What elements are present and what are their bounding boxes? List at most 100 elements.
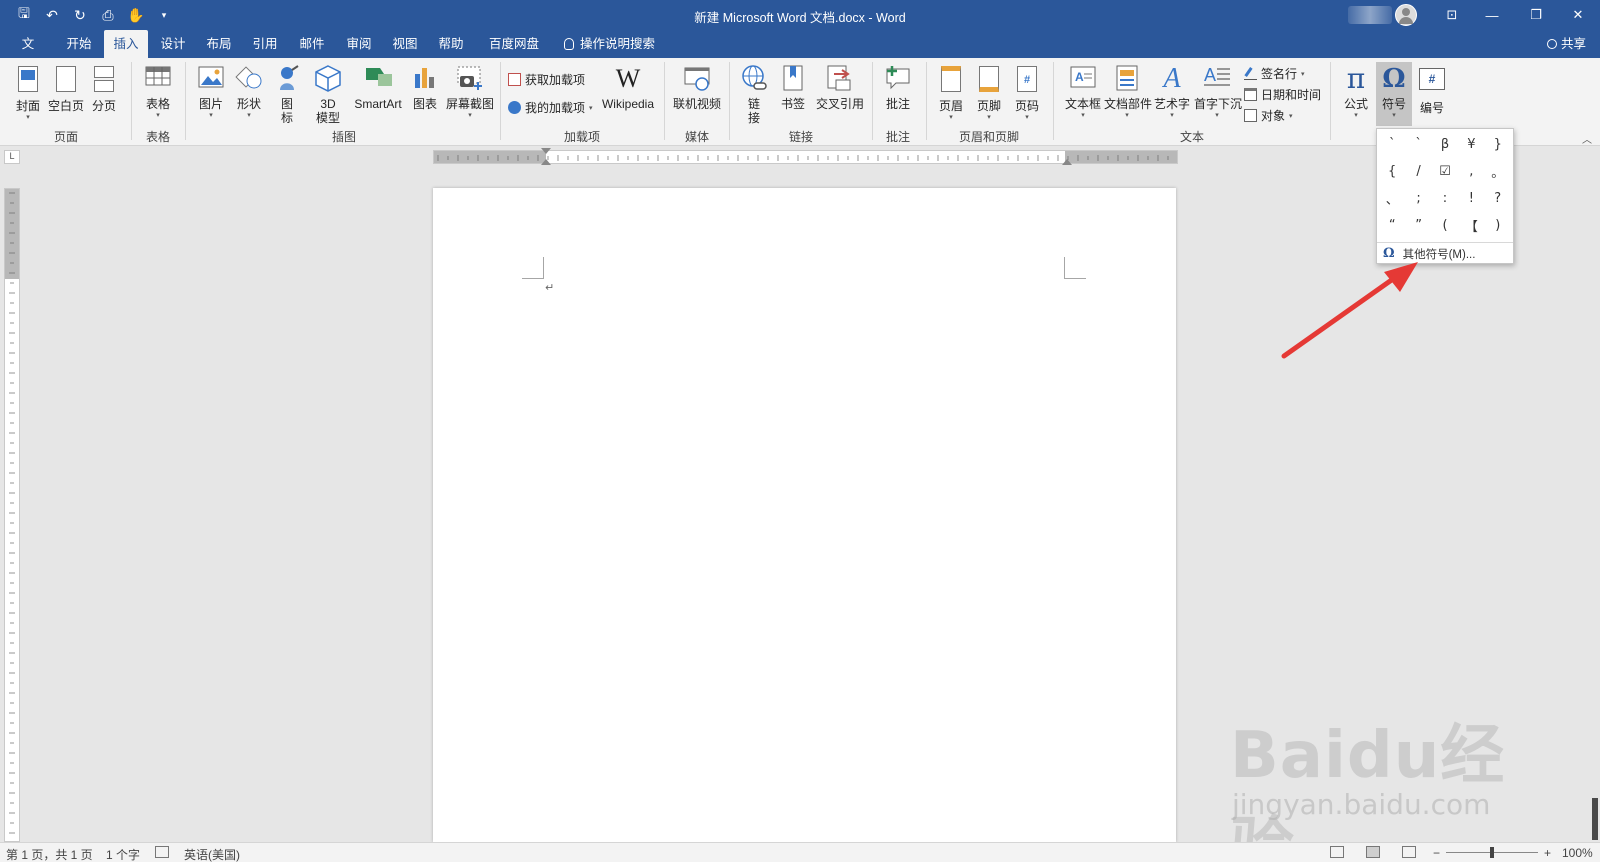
- header-label: 页眉: [938, 99, 963, 113]
- tab-help[interactable]: 帮助: [432, 30, 470, 58]
- watermark-brand: Baidu经验: [1230, 719, 1506, 862]
- indent-marker[interactable]: [541, 148, 551, 154]
- print-layout-icon[interactable]: [1366, 846, 1380, 858]
- shapes-icon: [235, 64, 263, 94]
- zoom-in-button[interactable]: +: [1544, 846, 1551, 860]
- tab-mailings[interactable]: 邮件: [293, 30, 331, 58]
- symbol-cell[interactable]: `: [1379, 131, 1405, 158]
- symbol-button[interactable]: Ω 符号 ▾: [1376, 62, 1412, 126]
- equation-button[interactable]: π 公式 ▾: [1338, 64, 1374, 120]
- tell-me-search[interactable]: 操作说明搜索: [558, 30, 668, 58]
- vertical-scrollbar[interactable]: [1590, 188, 1600, 842]
- tab-references[interactable]: 引用: [246, 30, 284, 58]
- symbol-cell[interactable]: 【: [1458, 212, 1484, 239]
- symbol-cell[interactable]: ?: [1485, 185, 1511, 212]
- document-page[interactable]: ↵: [433, 188, 1176, 842]
- tab-insert[interactable]: 插入: [104, 30, 148, 58]
- footer-button[interactable]: 页脚 ▾: [972, 64, 1006, 122]
- restore-button[interactable]: ❐: [1514, 0, 1558, 30]
- user-name[interactable]: [1348, 6, 1392, 24]
- page-count[interactable]: 第 1 页，共 1 页: [6, 846, 93, 862]
- shapes-button[interactable]: 形状 ▾: [232, 64, 266, 120]
- get-addins-button[interactable]: 获取加载项: [508, 71, 585, 88]
- tab-baidu-netdisk[interactable]: 百度网盘: [482, 30, 546, 58]
- tab-view[interactable]: 视图: [386, 30, 424, 58]
- 3d-models-button[interactable]: 3D 模型: [310, 64, 346, 125]
- symbol-cell[interactable]: ¥: [1458, 131, 1484, 158]
- symbol-cell[interactable]: ☑: [1432, 158, 1458, 185]
- word-count[interactable]: 1 个字: [106, 846, 140, 862]
- blank-page-button[interactable]: 空白页: [48, 64, 84, 113]
- picture-button[interactable]: 图片 ▾: [194, 64, 228, 120]
- link-button[interactable]: 链 接: [738, 64, 770, 125]
- drop-cap-button[interactable]: A 首字下沉 ▾: [1194, 64, 1242, 120]
- symbol-cell[interactable]: ;: [1405, 185, 1431, 212]
- smartart-button[interactable]: SmartArt: [350, 64, 406, 111]
- read-mode-icon[interactable]: [1330, 846, 1344, 858]
- bookmark-button[interactable]: 书签: [776, 64, 810, 111]
- page-break-button[interactable]: 分页: [86, 64, 122, 113]
- avatar[interactable]: [1395, 4, 1417, 26]
- symbol-cell[interactable]: !: [1458, 185, 1484, 212]
- cover-page-button[interactable]: 封面 ▾: [10, 64, 46, 122]
- online-video-button[interactable]: 联机视频: [672, 64, 722, 111]
- ribbon-display-options-icon[interactable]: ⊡: [1430, 0, 1474, 30]
- symbol-cell[interactable]: 、: [1379, 185, 1405, 212]
- cross-reference-button[interactable]: 交叉引用: [814, 64, 866, 111]
- horizontal-ruler[interactable]: [433, 148, 1178, 165]
- web-layout-icon[interactable]: [1402, 846, 1416, 858]
- collapse-ribbon-icon[interactable]: ︿: [1582, 131, 1592, 146]
- symbol-cell[interactable]: ”: [1405, 212, 1431, 239]
- symbol-cell[interactable]: 。: [1485, 158, 1511, 185]
- ribbon-tabs: 文件 开始 插入 设计 布局 引用 邮件 审阅 视图 帮助 百度网盘 操作说明搜…: [0, 30, 1600, 79]
- my-addins-button[interactable]: 我的加载项 ▾: [508, 99, 593, 116]
- tab-design[interactable]: 设计: [154, 30, 192, 58]
- tab-selector[interactable]: L: [4, 150, 20, 164]
- minimize-button[interactable]: —: [1470, 0, 1514, 30]
- tab-home[interactable]: 开始: [60, 30, 98, 58]
- tab-review[interactable]: 审阅: [340, 30, 378, 58]
- symbol-cell[interactable]: /: [1405, 158, 1431, 185]
- symbol-cell[interactable]: (: [1432, 212, 1458, 239]
- symbol-cell[interactable]: ): [1485, 212, 1511, 239]
- icons-button[interactable]: 图 标: [272, 64, 302, 125]
- share-button[interactable]: 共享: [1546, 30, 1586, 58]
- header-button[interactable]: 页眉 ▾: [934, 64, 968, 122]
- wikipedia-button[interactable]: W Wikipedia: [598, 64, 658, 111]
- symbol-cell[interactable]: “: [1379, 212, 1405, 239]
- quick-parts-button[interactable]: 文档部件 ▾: [1104, 64, 1152, 120]
- chart-button[interactable]: 图表: [408, 64, 442, 111]
- object-button[interactable]: 对象 ▾: [1244, 107, 1293, 124]
- text-box-button[interactable]: A 文本框 ▾: [1062, 64, 1104, 120]
- tab-layout[interactable]: 布局: [200, 30, 238, 58]
- page-number-button[interactable]: # 页码 ▾: [1010, 64, 1044, 122]
- symbol-cell[interactable]: β: [1432, 131, 1458, 158]
- scrollbar-thumb[interactable]: [1592, 798, 1598, 840]
- tab-file[interactable]: 文件: [10, 30, 46, 79]
- symbol-cell[interactable]: {: [1379, 158, 1405, 185]
- zoom-level[interactable]: 100%: [1562, 846, 1593, 860]
- zoom-out-button[interactable]: −: [1433, 846, 1440, 860]
- symbol-cell[interactable]: `: [1405, 131, 1431, 158]
- symbol-dropdown: ` ` β ¥}{/ ☑,。、;:!? “”(【) Ω 其他符号(M)...: [1376, 128, 1514, 264]
- hanging-indent-marker[interactable]: [541, 159, 551, 165]
- wordart-button[interactable]: A 艺术字 ▾: [1152, 64, 1192, 120]
- symbol-cell[interactable]: }: [1485, 131, 1511, 158]
- language[interactable]: 英语(美国): [184, 846, 240, 862]
- ruler-ticks: [9, 192, 15, 834]
- zoom-slider-thumb[interactable]: [1490, 847, 1494, 858]
- new-comment-button[interactable]: 批注: [880, 64, 916, 111]
- proofing-icon[interactable]: [155, 846, 169, 858]
- paragraph-mark[interactable]: ↵: [545, 281, 554, 294]
- screenshot-button[interactable]: 屏幕截图 ▾: [442, 64, 498, 120]
- symbol-cell[interactable]: :: [1432, 185, 1458, 212]
- numbering-button[interactable]: # 编号: [1414, 64, 1450, 115]
- signature-pen-icon: [1244, 67, 1257, 80]
- signature-line-button[interactable]: 签名行 ▾: [1244, 65, 1305, 82]
- table-button[interactable]: 表格 ▾: [140, 64, 176, 120]
- vertical-ruler[interactable]: [4, 188, 20, 842]
- symbol-cell[interactable]: ,: [1458, 158, 1484, 185]
- right-indent-marker[interactable]: [1062, 159, 1072, 165]
- date-time-button[interactable]: 日期和时间: [1244, 86, 1321, 103]
- close-button[interactable]: ✕: [1556, 0, 1600, 30]
